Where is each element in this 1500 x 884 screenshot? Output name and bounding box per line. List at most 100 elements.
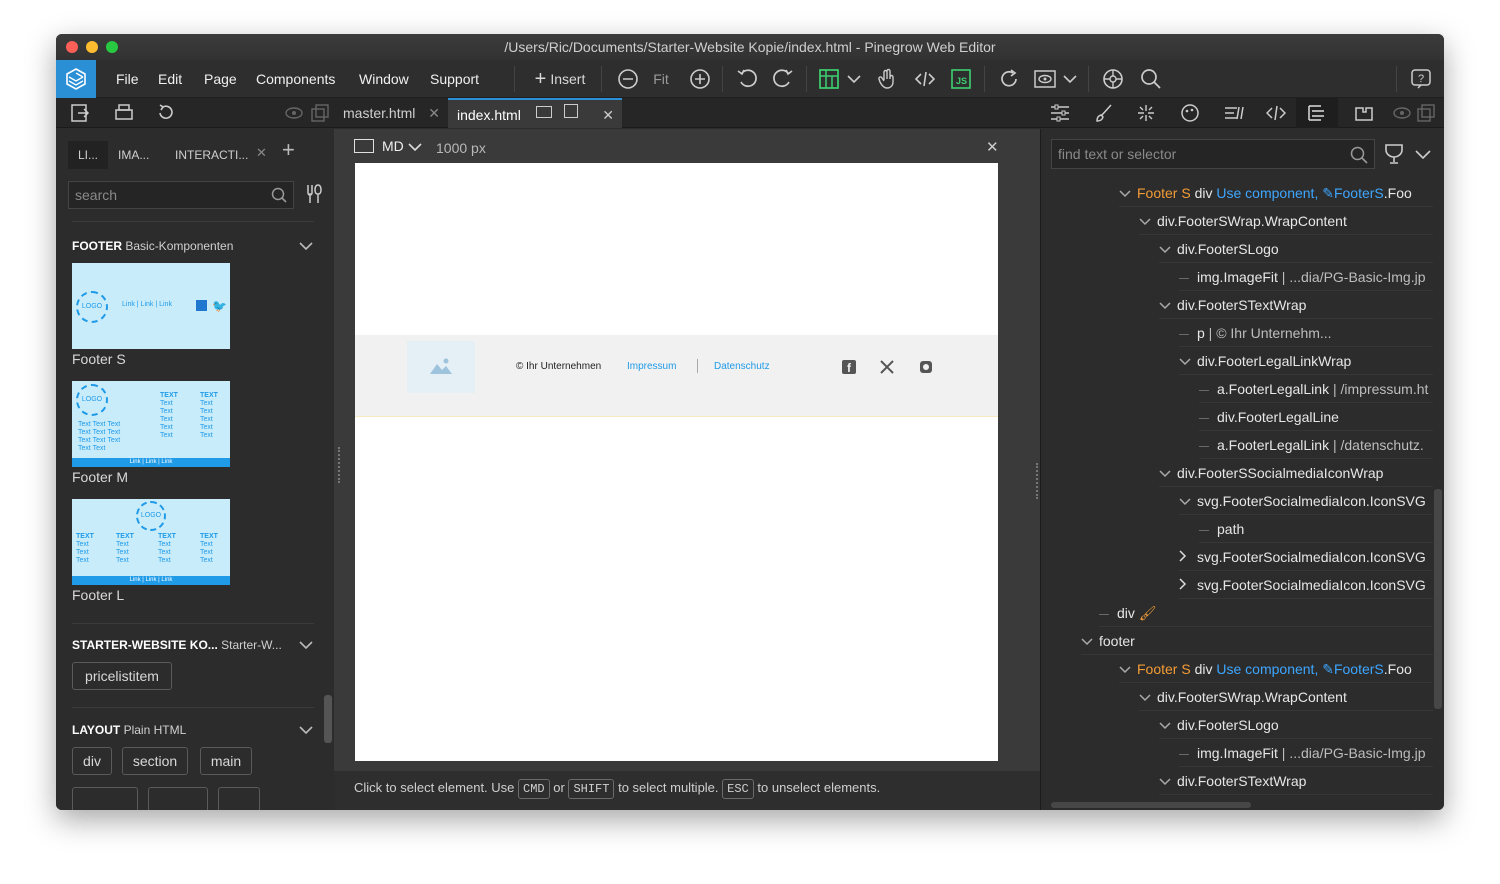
tree-search-input[interactable]: find text or selector	[1051, 139, 1375, 169]
footer-s-thumbnail[interactable]: LOGO Link | Link | Link 🐦	[72, 263, 230, 349]
footer-link-impressum[interactable]: Impressum	[627, 361, 676, 372]
visibility-eye-icon[interactable]	[284, 98, 304, 128]
settings-wheel-icon[interactable]	[1100, 60, 1126, 98]
page-grid-icon[interactable]	[816, 60, 842, 98]
footer-m-thumbnail[interactable]: LOGO Text Text Text Text Text Text Text Te…	[72, 381, 230, 467]
div-chip[interactable]: div	[72, 747, 112, 775]
tree-node[interactable]: div 🖌	[1099, 599, 1433, 627]
tree-node[interactable]: svg.FooterSocialmediaIcon.IconSVG	[1179, 543, 1433, 571]
tree-panel-icon[interactable]	[1296, 98, 1338, 128]
preview-eye-icon[interactable]	[1032, 60, 1058, 98]
resize-handle[interactable]	[338, 447, 340, 483]
chevron-down-icon[interactable]	[408, 142, 422, 152]
tree-node[interactable]: footer	[1081, 627, 1433, 655]
tree-node[interactable]: img.ImageFit | ...dia/PG-Basic-Img.jp	[1179, 263, 1433, 291]
tree-node[interactable]: Footer S div Use component, ✎FooterS.Foo	[1119, 179, 1433, 207]
component-ref-link[interactable]: FooterS	[1334, 185, 1384, 201]
exit-page-icon[interactable]	[66, 98, 94, 128]
tree-node[interactable]: a.FooterLegalLink | /impressum.ht	[1199, 375, 1433, 403]
menu-support[interactable]: Support	[430, 60, 479, 98]
scrollbar-thumb[interactable]	[1434, 489, 1442, 709]
footer-logo-image[interactable]	[407, 341, 475, 393]
redo-icon[interactable]	[770, 60, 796, 98]
instagram-icon[interactable]	[919, 360, 933, 374]
zoom-window-button[interactable]	[106, 41, 118, 53]
more-chip[interactable]	[72, 787, 138, 810]
close-icon[interactable]: ✕	[602, 100, 614, 130]
tab-index-html[interactable]: index.html ✕	[448, 98, 622, 128]
menu-components[interactable]: Components	[256, 60, 335, 98]
chevron-down-icon[interactable]	[846, 60, 862, 98]
close-icon[interactable]: ✕	[256, 145, 267, 161]
use-component-link[interactable]: Use component,	[1216, 661, 1318, 677]
device-size-label[interactable]: MD	[382, 138, 404, 154]
footer-section[interactable]: © Ihr Unternehmen Impressum Datenschutz …	[355, 335, 998, 417]
facebook-icon[interactable]: f	[842, 360, 856, 375]
menu-window[interactable]: Window	[359, 60, 409, 98]
tree-node[interactable]: div.FooterLegalLine	[1199, 403, 1433, 431]
minimize-window-button[interactable]	[86, 41, 98, 53]
js-icon[interactable]: JS	[948, 60, 974, 98]
zoom-fit-button[interactable]: Fit	[650, 60, 672, 98]
more-chip[interactable]	[218, 787, 260, 810]
search-icon[interactable]	[1138, 60, 1164, 98]
tree-node[interactable]: img.ImageFit | ...dia/PG-Basic-Img.jp	[1179, 739, 1433, 767]
library-plugin-icon[interactable]	[1352, 98, 1376, 128]
zoom-out-icon[interactable]	[616, 60, 640, 98]
tree-node[interactable]: div.FooterSLogo	[1159, 711, 1433, 739]
tree-node[interactable]: path	[1199, 515, 1433, 543]
pricelistitem-chip[interactable]: pricelistitem	[72, 662, 172, 690]
refresh-icon[interactable]	[996, 60, 1022, 98]
actions-magic-icon[interactable]	[1134, 98, 1158, 128]
resize-handle[interactable]	[1036, 463, 1038, 499]
section-starter-header[interactable]: STARTER-WEBSITE KO... Starter-W...	[72, 638, 282, 652]
footer-link-datenschutz[interactable]: Datenschutz	[714, 361, 770, 372]
duplicate-window-icon[interactable]	[1416, 98, 1436, 128]
library-search-input[interactable]: search	[68, 181, 294, 209]
insert-button[interactable]: + Insert	[528, 60, 592, 98]
zoom-in-icon[interactable]	[688, 60, 712, 98]
tree-node[interactable]: div.FooterSWrap.WrapContent	[1139, 683, 1433, 711]
window-icon[interactable]	[536, 106, 552, 118]
more-chip[interactable]	[148, 787, 208, 810]
style-brush-icon[interactable]	[1092, 98, 1116, 128]
tree-node[interactable]: div.FooterSTextWrap	[1159, 767, 1433, 795]
tab-images[interactable]: IMA...	[118, 141, 149, 169]
tree-node[interactable]: div.FooterSLogo	[1159, 235, 1433, 263]
menu-edit[interactable]: Edit	[158, 60, 182, 98]
tree-node[interactable]: div.FooterSSocialmediaIconWrap	[1159, 459, 1433, 487]
chevron-down-icon[interactable]	[1062, 60, 1078, 98]
visibility-eye-icon[interactable]	[1392, 98, 1412, 128]
tree-node[interactable]: div.FooterLegalLinkWrap	[1179, 347, 1433, 375]
interact-hand-icon[interactable]	[874, 60, 900, 98]
chevron-down-icon[interactable]	[299, 640, 313, 650]
properties-sliders-icon[interactable]	[1048, 98, 1072, 128]
close-icon[interactable]: ✕	[986, 138, 999, 156]
tree-node[interactable]: svg.FooterSocialmediaIcon.IconSVG	[1179, 571, 1433, 599]
chevron-down-icon[interactable]	[1415, 149, 1431, 159]
h-scrollbar-thumb[interactable]	[1051, 802, 1251, 808]
code-view-icon[interactable]	[912, 60, 938, 98]
menu-file[interactable]: File	[116, 60, 139, 98]
code-icon[interactable]	[1264, 98, 1288, 128]
tab-library[interactable]: LI...	[68, 141, 108, 169]
filter-trophy-icon[interactable]	[1383, 143, 1405, 165]
main-chip[interactable]: main	[200, 747, 252, 775]
x-twitter-icon[interactable]	[880, 360, 894, 374]
page-canvas[interactable]: © Ihr Unternehmen Impressum Datenschutz …	[355, 163, 998, 761]
section-chip[interactable]: section	[122, 747, 188, 775]
print-icon[interactable]	[110, 98, 138, 128]
use-component-link[interactable]: Use component,	[1216, 185, 1318, 201]
close-icon[interactable]: ✕	[428, 98, 440, 128]
scrollbar-thumb[interactable]	[324, 695, 332, 743]
section-footer-header[interactable]: FOOTER Basic-Komponenten	[72, 239, 233, 253]
tab-master-html[interactable]: master.html ✕	[334, 98, 446, 128]
section-layout-header[interactable]: LAYOUT Plain HTML	[72, 723, 186, 737]
component-ref-link[interactable]: FooterS	[1334, 661, 1384, 677]
tree-node[interactable]: div.FooterSWrap.WrapContent	[1139, 207, 1433, 235]
tree-node[interactable]: p | © Ihr Unternehm...	[1179, 319, 1433, 347]
device-icon[interactable]	[354, 139, 374, 153]
help-icon[interactable]: ?	[1408, 60, 1434, 98]
close-window-button[interactable]	[66, 41, 78, 53]
tree-node[interactable]: a.FooterLegalLink | /datenschutz.	[1199, 431, 1433, 459]
